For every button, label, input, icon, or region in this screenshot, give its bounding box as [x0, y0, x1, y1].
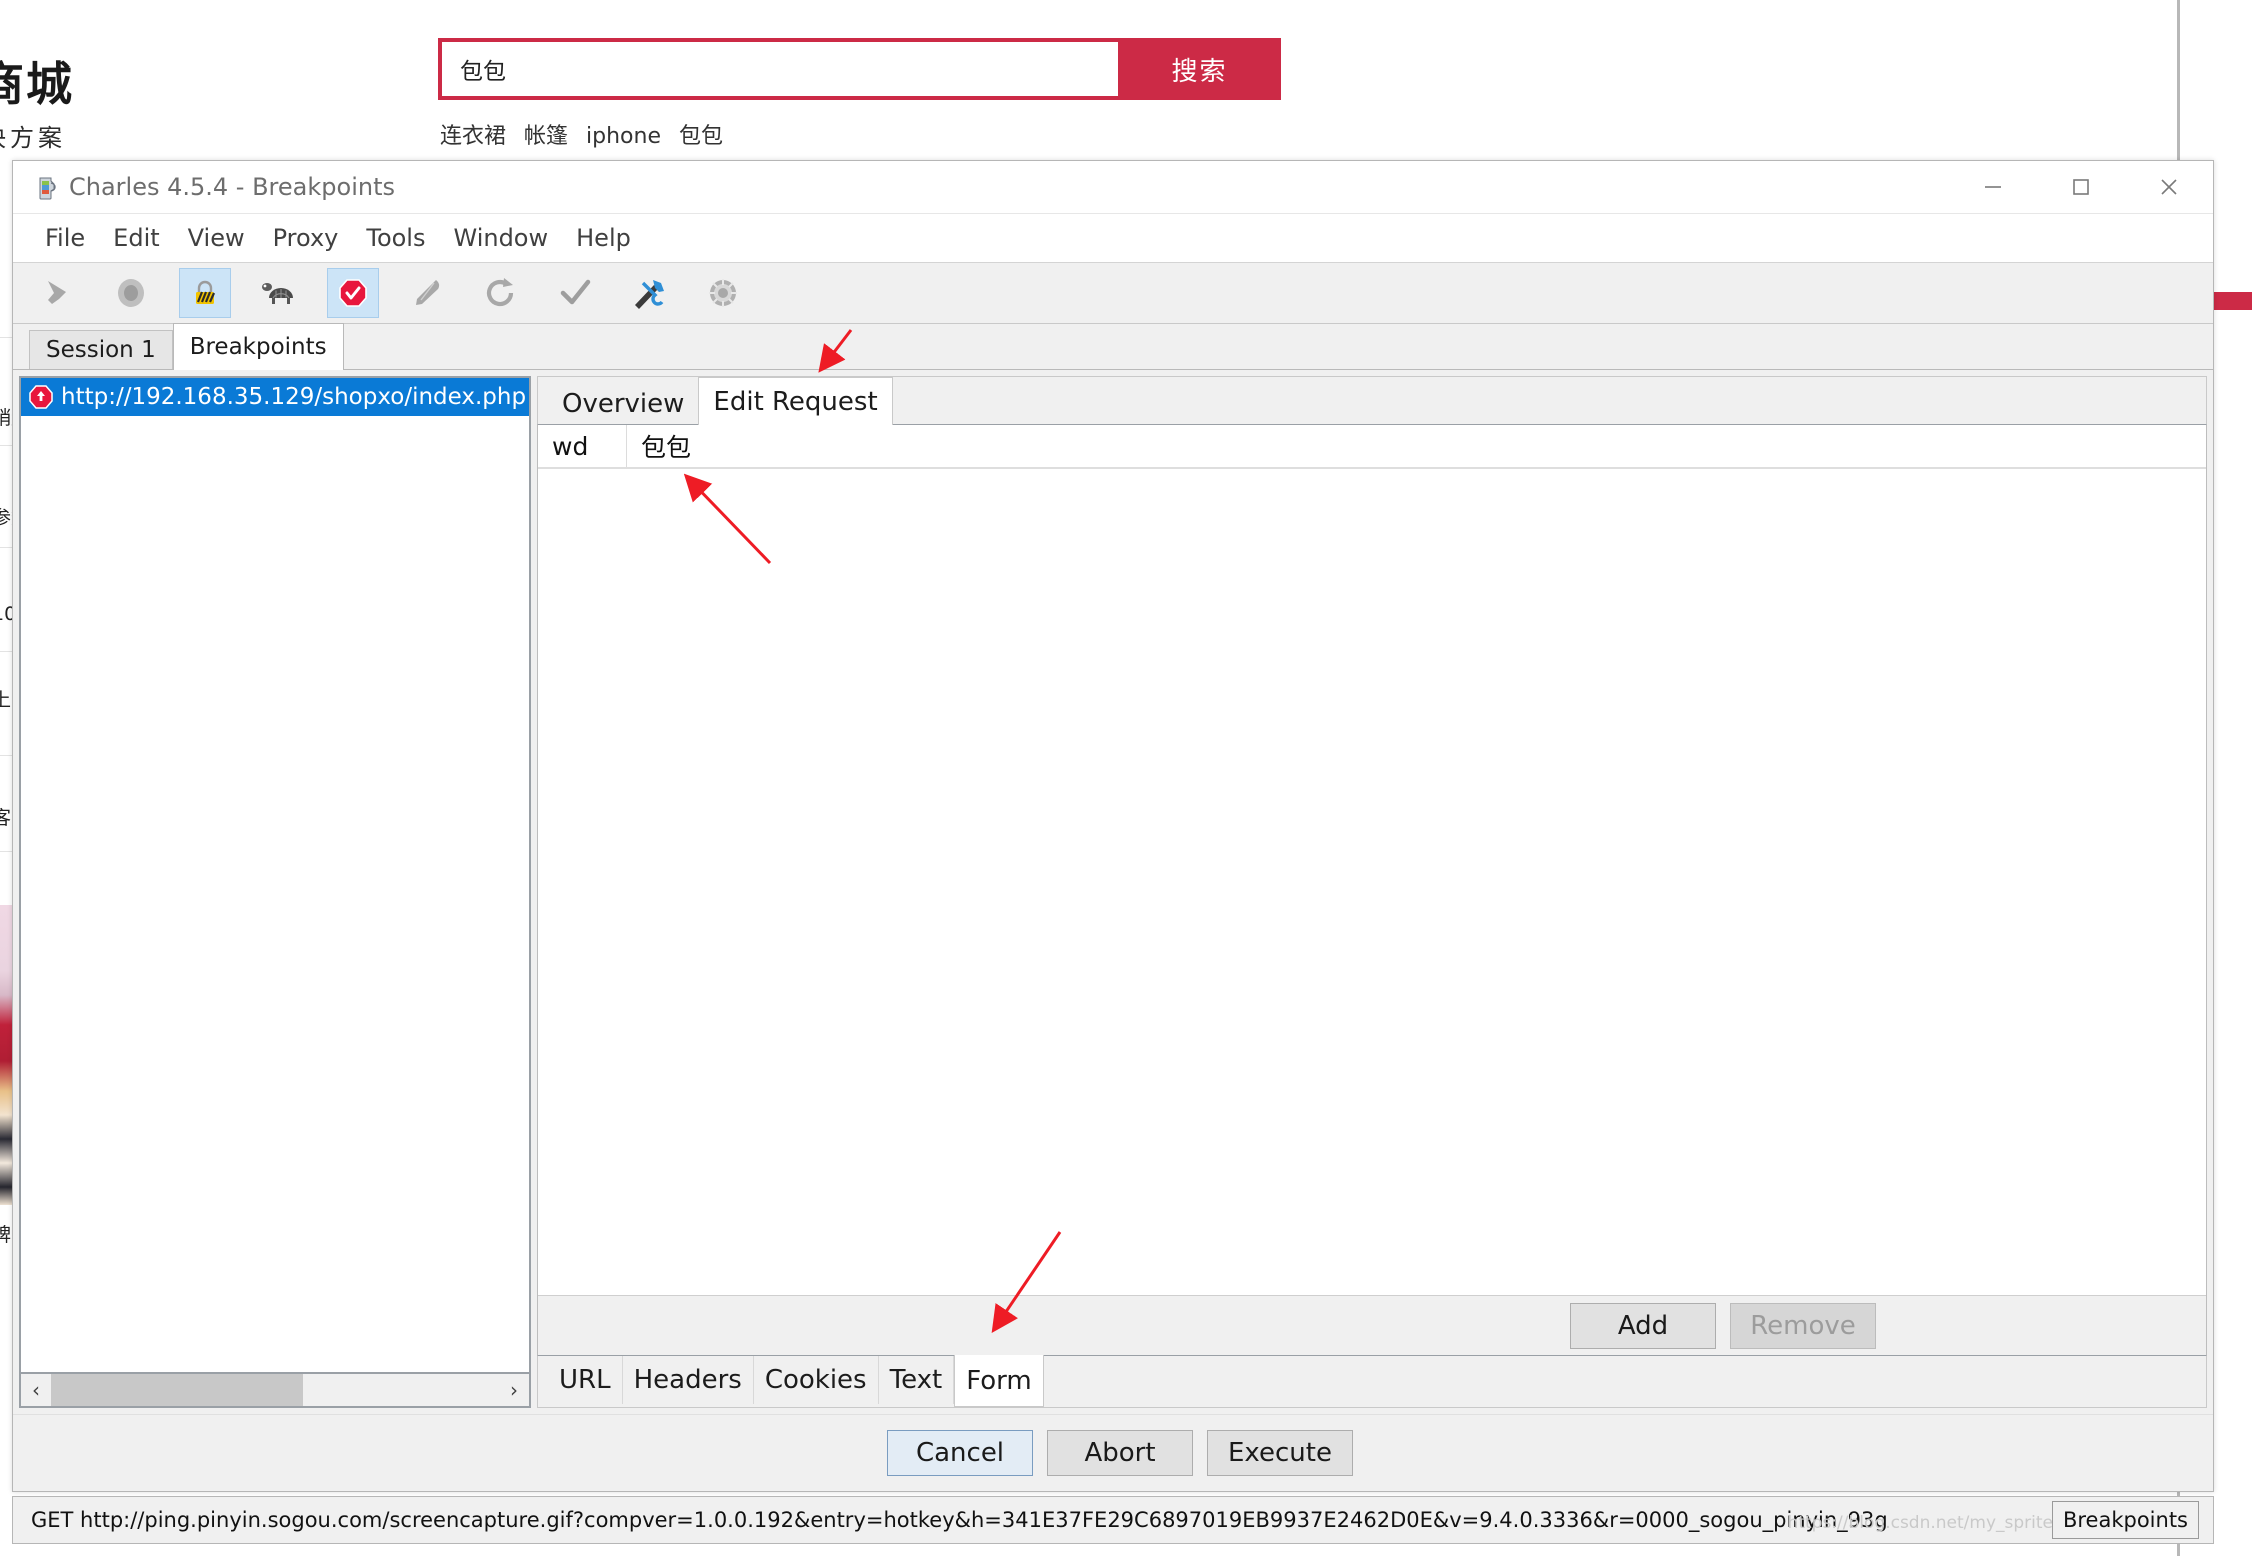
dialog-action-bar: Cancel Abort Execute: [13, 1414, 2213, 1491]
breakpoint-list: http://192.168.35.129/shopxo/index.php: [21, 378, 529, 1372]
tab-headers[interactable]: Headers: [622, 1356, 754, 1404]
minimize-icon[interactable]: [1949, 162, 2037, 213]
window-body: http://192.168.35.129/shopxo/index.php ‹…: [13, 370, 2213, 1414]
scroll-left-icon[interactable]: ‹: [21, 1374, 51, 1406]
breakpoint-stop-icon: [27, 383, 55, 411]
tab-breakpoints[interactable]: Breakpoints: [172, 323, 344, 370]
menu-item-tools[interactable]: Tools: [352, 220, 439, 256]
window-title: Charles 4.5.4 - Breakpoints: [69, 173, 395, 201]
tab-session-1[interactable]: Session 1: [29, 330, 173, 369]
site-search-bar: 包包 搜索: [438, 38, 1281, 100]
close-icon[interactable]: [2125, 162, 2213, 213]
form-editor-area: wd 包包 Add Remove: [537, 425, 2207, 1355]
scrollbar-thumb[interactable]: [51, 1374, 303, 1406]
status-bar-text: GET http://ping.pinyin.sogou.com/screenc…: [31, 1508, 1888, 1532]
record-icon[interactable]: [105, 268, 157, 318]
form-param-value[interactable]: 包包: [627, 428, 2206, 464]
request-detail-pane: Overview Edit Request wd 包包 Add Remove U…: [537, 376, 2207, 1408]
clear-icon[interactable]: [31, 268, 83, 318]
remove-button: Remove: [1730, 1302, 1876, 1349]
site-logo: 商城: [0, 57, 74, 111]
site-hot-keywords: 连衣裙 帐篷 iphone 包包: [440, 118, 741, 150]
throttle-turtle-icon[interactable]: [253, 268, 305, 318]
form-button-bar: Add Remove: [538, 1295, 2206, 1355]
tab-text[interactable]: Text: [878, 1356, 955, 1404]
maximize-icon[interactable]: [2037, 162, 2125, 213]
hot-keyword-2[interactable]: iphone: [586, 124, 661, 149]
site-search-input[interactable]: 包包: [438, 38, 1118, 100]
charles-jug-icon: [33, 174, 59, 200]
menu-item-edit[interactable]: Edit: [99, 220, 173, 256]
hot-keyword-3[interactable]: 包包: [679, 124, 723, 149]
status-badge[interactable]: Breakpoints: [2051, 1501, 2199, 1539]
tab-form[interactable]: Form: [954, 1355, 1044, 1407]
scrollbar-track[interactable]: [51, 1374, 499, 1406]
tab-cookies[interactable]: Cookies: [753, 1356, 879, 1404]
breakpoint-list-pane: http://192.168.35.129/shopxo/index.php ‹…: [19, 376, 531, 1408]
screenshot-root: 商城 决方案 包包 搜索 连衣裙帐篷iphone包包 销量 参数 10 上 客 …: [0, 0, 2252, 1556]
menu-item-window[interactable]: Window: [439, 220, 562, 256]
tools-wrench-icon[interactable]: [623, 268, 675, 318]
menu-item-proxy[interactable]: Proxy: [259, 220, 353, 256]
abort-button[interactable]: Abort: [1047, 1430, 1193, 1476]
tab-edit-request[interactable]: Edit Request: [698, 377, 893, 425]
detail-tab-strip: Overview Edit Request: [537, 376, 2207, 425]
form-param-name[interactable]: wd: [538, 432, 626, 461]
compose-pen-icon[interactable]: [401, 268, 453, 318]
scroll-right-icon[interactable]: ›: [499, 1374, 529, 1406]
menu-item-help[interactable]: Help: [562, 220, 645, 256]
tab-overview[interactable]: Overview: [548, 384, 698, 424]
ssl-proxying-lock-icon[interactable]: [179, 268, 231, 318]
menu-bar: File Edit View Proxy Tools Window Help: [13, 214, 2213, 263]
breakpoint-url: http://192.168.35.129/shopxo/index.php: [61, 384, 527, 410]
validate-check-icon[interactable]: [549, 268, 601, 318]
form-empty-space: [538, 469, 2206, 1295]
execute-button[interactable]: Execute: [1207, 1430, 1353, 1476]
hot-keyword-1[interactable]: 帐篷: [524, 124, 568, 149]
breakpoints-stop-icon[interactable]: [327, 268, 379, 318]
site-search-button[interactable]: 搜索: [1118, 38, 1281, 100]
status-bar: GET http://ping.pinyin.sogou.com/screenc…: [12, 1496, 2214, 1544]
hot-keyword-0[interactable]: 连衣裙: [440, 124, 506, 149]
add-button[interactable]: Add: [1570, 1302, 1716, 1349]
main-toolbar: [13, 263, 2213, 324]
site-slogan: 决方案: [0, 124, 66, 152]
list-item[interactable]: http://192.168.35.129/shopxo/index.php: [21, 378, 529, 416]
window-title-bar: Charles 4.5.4 - Breakpoints: [13, 161, 2213, 214]
settings-gear-icon[interactable]: [697, 268, 749, 318]
content-tab-strip: URL Headers Cookies Text Form: [537, 1355, 2207, 1408]
repeat-refresh-icon[interactable]: [475, 268, 527, 318]
tab-url[interactable]: URL: [548, 1356, 623, 1404]
session-tab-strip: Session 1 Breakpoints: [13, 323, 2213, 370]
watermark: https://blog.csdn.net/my_sprite: [1787, 1513, 2053, 1533]
breakpoint-list-horizontal-scrollbar[interactable]: ‹ ›: [21, 1372, 529, 1406]
menu-item-view[interactable]: View: [174, 220, 259, 256]
form-parameter-table: wd 包包: [538, 425, 2206, 469]
table-row[interactable]: wd 包包: [538, 425, 2206, 468]
charles-window: Charles 4.5.4 - Breakpoints File Edit Vi…: [12, 160, 2214, 1492]
menu-item-file[interactable]: File: [31, 220, 99, 256]
cancel-button[interactable]: Cancel: [887, 1430, 1033, 1476]
